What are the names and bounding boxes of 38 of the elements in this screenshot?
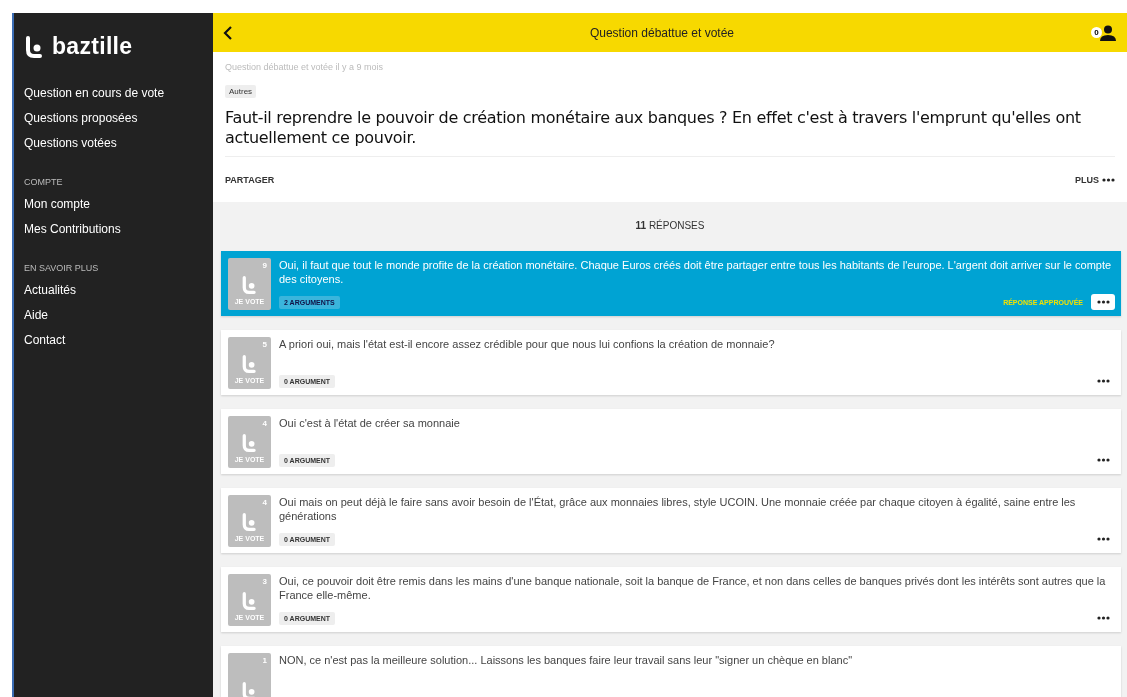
answer-text: A priori oui, mais l'état est-il encore assez crédible pour que nous lui confions la création de monnaie? [279, 337, 776, 351]
more-icon [1096, 537, 1110, 541]
sidebar-item[interactable]: Aide [24, 308, 213, 322]
sidebar-item[interactable]: Mon compte [24, 197, 213, 211]
answer-text: Oui, ce pouvoir doit être remis dans les mains d'une banque nationale, soit la banque de France, et non dans celles de banques privés dont les intérêts sont autres que la France elle-même. [279, 574, 1107, 602]
sidebar-item[interactable]: Questions proposées [24, 111, 213, 125]
question-title: Faut-il reprendre le pouvoir de création monétaire aux banques ? En effet c'est à travers l'emprunt qu'elles ont actuellement ce pouvoir. [225, 108, 1082, 148]
category-tag: Autres [225, 85, 257, 98]
sidebar-item[interactable]: Contact [24, 333, 213, 347]
logo-text: baztille [52, 33, 133, 60]
more-icon [1096, 379, 1110, 383]
more-icon [1096, 458, 1110, 462]
page-title: Question débattue et votée [588, 25, 736, 40]
sidebar-item[interactable]: Mes Contributions [24, 222, 213, 236]
more-button[interactable] [1091, 294, 1115, 310]
count-badge: 0 [1091, 27, 1102, 38]
user-icon[interactable] [1099, 24, 1117, 41]
answer-text: Oui, il faut que tout le monde profite de la création monétaire. Chaque Euros créés doit être partager entre tous les habitants de l'europe. L'argent doit arriver sur le compte des citoyens. [279, 258, 1113, 286]
answer-text: Oui c'est à l'état de créer sa monnaie [279, 416, 461, 430]
logo-icon [240, 513, 259, 531]
more-icon [1096, 616, 1110, 620]
logo-icon [240, 276, 259, 294]
sidebar-heading: EN SAVOIR PLUS [24, 263, 100, 273]
sidebar-item[interactable]: Questions votées [24, 136, 213, 150]
logo-icon [240, 355, 259, 373]
logo-icon [240, 434, 259, 452]
back-icon[interactable] [223, 25, 233, 40]
answers-count: 11 RÉPONSES [634, 218, 706, 233]
answer-text: Oui mais on peut déjà le faire sans avoir besoin de l'État, grâce aux monnaies libres, style UCOIN. Une monnaie créée par chaque citoyen à égalité, saine entre les générations [279, 495, 1077, 523]
more-button[interactable]: PLUS [1075, 174, 1115, 185]
answer-text: NON, ce n'est pas la meilleure solution... Laissons les banques faire leur travail sans leur "signer un chèque en blanc" [279, 653, 854, 667]
sidebar-item[interactable]: Actualités [24, 283, 213, 297]
more-icon [1102, 177, 1115, 182]
logo-icon [240, 592, 259, 610]
share-button[interactable]: PARTAGER [225, 174, 275, 185]
sidebar-item[interactable]: Question en cours de vote [24, 86, 213, 100]
more-icon [1096, 300, 1110, 304]
sidebar-heading: COMPTE [24, 177, 64, 187]
